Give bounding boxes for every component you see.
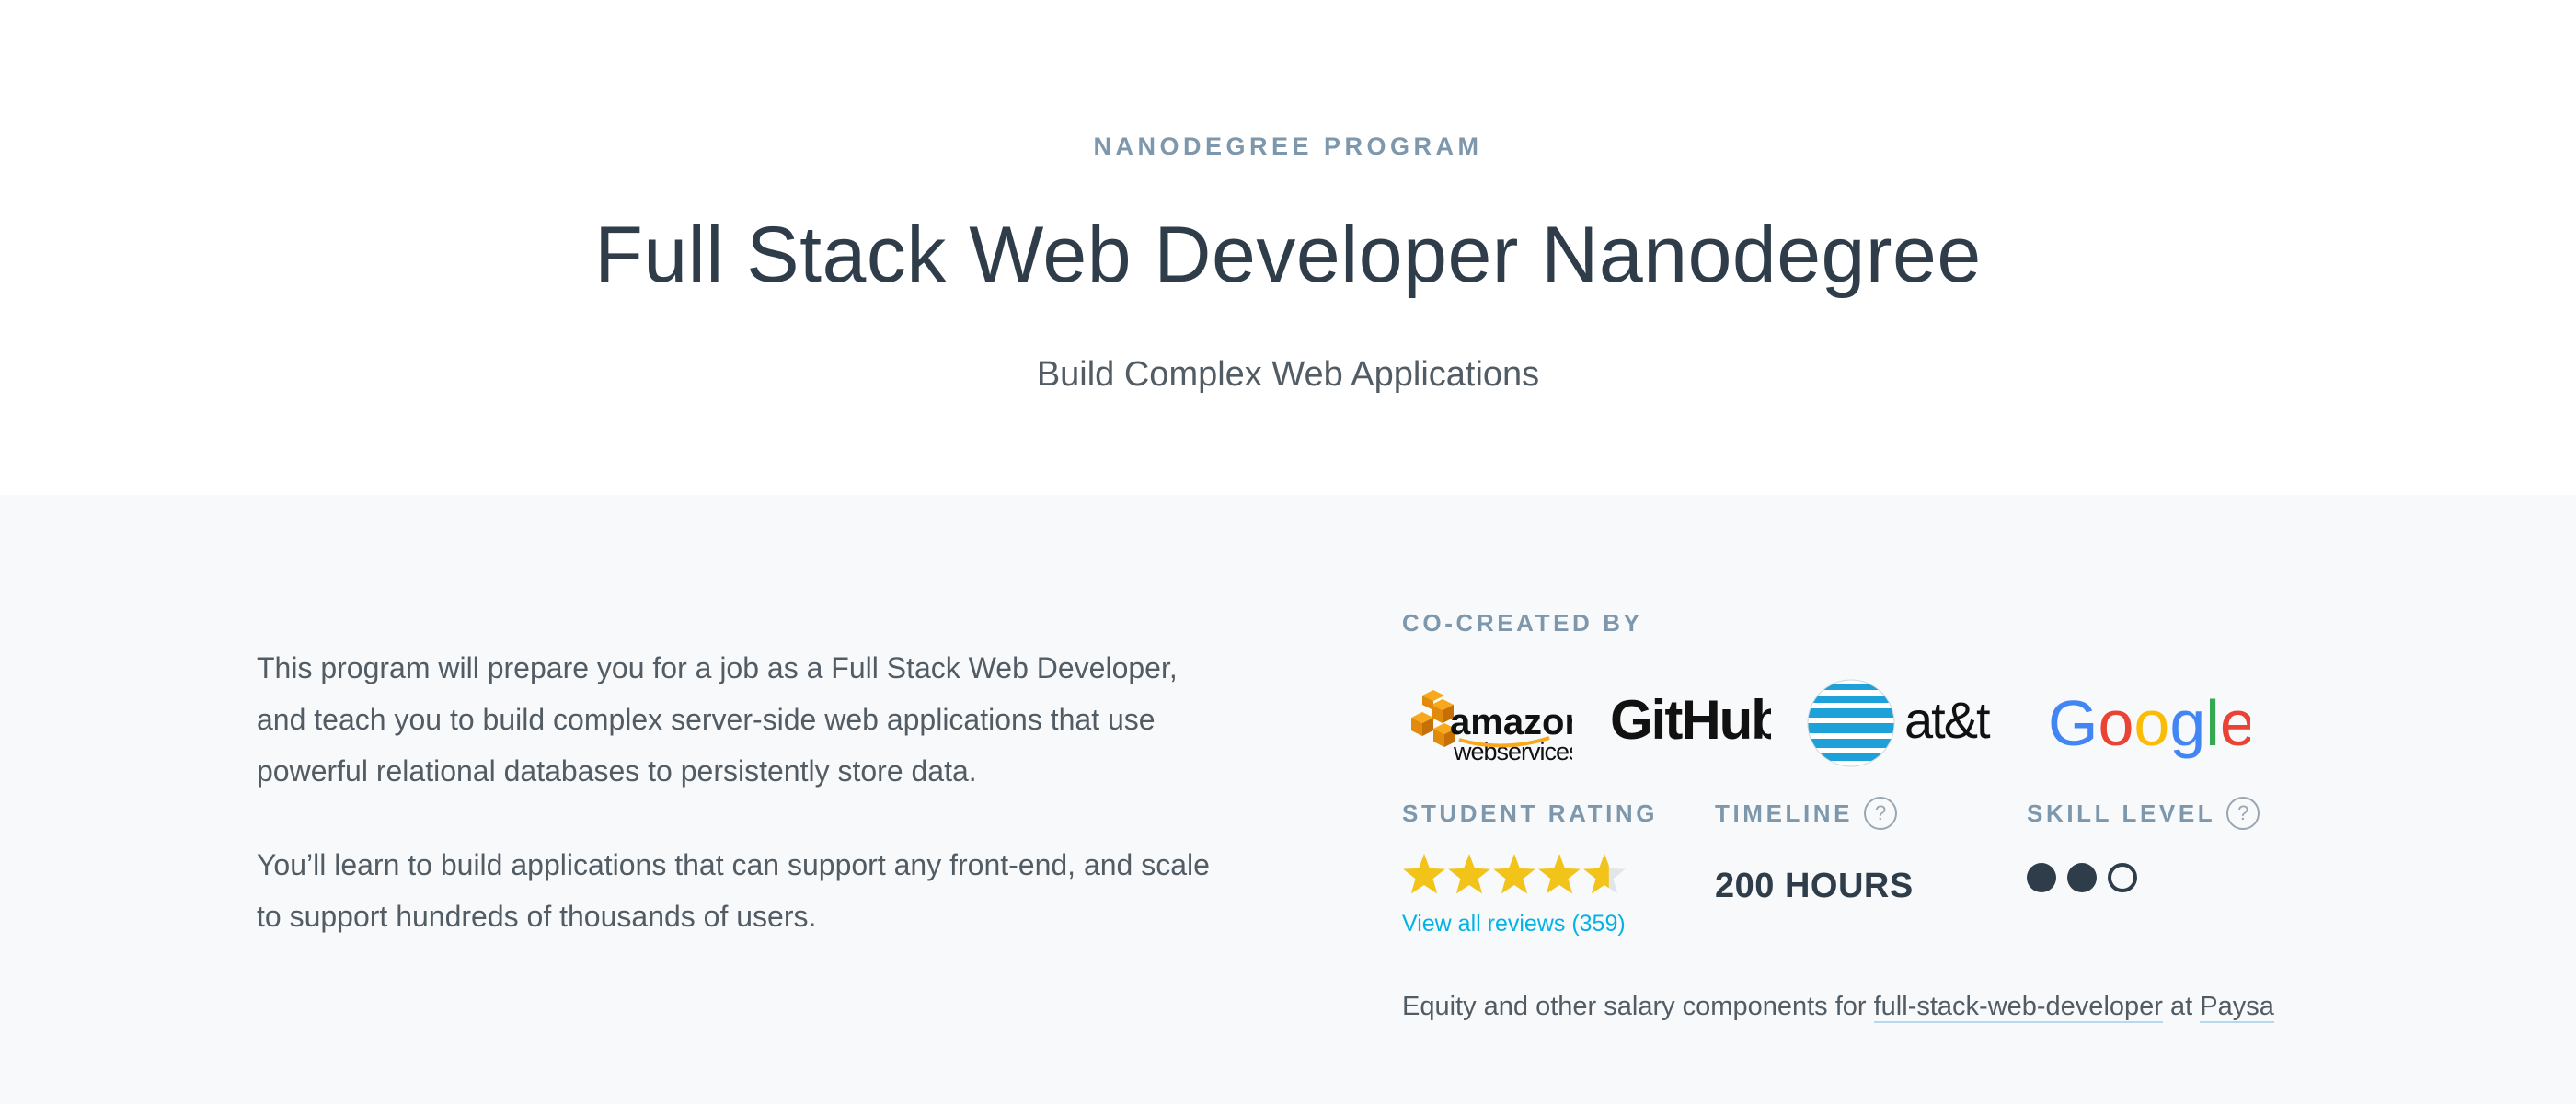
description-paragraph: This program will prepare you for a job … — [257, 651, 1178, 788]
aws-logo-graphic: amazon webservices — [1411, 690, 1587, 765]
skill-level-indicator — [2027, 863, 2260, 892]
page-title: Full Stack Web Developer Nanodegree — [594, 211, 1982, 299]
google-logo: Google — [2048, 683, 2256, 770]
paysa-link[interactable]: Paysa — [2200, 992, 2274, 1023]
star-filled-icon — [1538, 854, 1581, 894]
google-wordmark: Google — [2048, 687, 2250, 759]
github-wordmark: GitHub — [1610, 689, 1771, 751]
student-rating: STUDENT RATING View all reviews (359) — [1402, 795, 1658, 937]
timeline-label: TIMELINE — [1715, 799, 1854, 827]
skill-dot-filled-icon — [2027, 863, 2056, 892]
partner-logos: amazon webservices GitHub — [1402, 670, 2322, 771]
skill-dot-empty-icon — [2108, 863, 2137, 892]
role-link[interactable]: full-stack-web-developer — [1873, 992, 2163, 1023]
skill-dot-filled-icon — [2067, 863, 2097, 892]
skill-level-label: SKILL LEVEL — [2027, 799, 2216, 827]
star-filled-icon — [1448, 854, 1490, 894]
salary-info: Equity and other salary components for f… — [1402, 992, 2274, 1023]
github-logo: GitHub — [1610, 688, 1785, 757]
timeline-help-icon[interactable]: ? — [1864, 797, 1898, 830]
github-logo-graphic: GitHub — [1610, 689, 1785, 751]
rating-stars-graphic — [1403, 854, 1626, 894]
aws-cubes-icon — [1411, 690, 1455, 747]
view-all-reviews-link[interactable]: View all reviews (359) — [1402, 911, 1658, 937]
att-logo: at&t — [1807, 677, 2014, 774]
salary-prefix: Equity and other salary components for — [1402, 992, 1867, 1021]
timeline: TIMELINE ? 200 HOURS — [1715, 795, 1914, 906]
timeline-value: 200 HOURS — [1715, 867, 1914, 905]
star-filled-icon — [1493, 854, 1535, 894]
rating-stars — [1402, 850, 1658, 902]
skill-level: SKILL LEVEL ? — [2027, 795, 2260, 892]
program-description: This program will prepare you for a job … — [257, 642, 1213, 984]
program-header: NANODEGREE PROGRAM Full Stack Web Develo… — [0, 0, 2576, 495]
program-details: This program will prepare you for a job … — [0, 495, 2576, 1104]
salary-middle: at — [2170, 992, 2193, 1021]
program-type-label: NANODEGREE PROGRAM — [1093, 132, 1483, 160]
google-logo-graphic: Google — [2048, 687, 2256, 759]
cocreated-label: CO-CREATED BY — [1402, 609, 1643, 637]
star-filled-icon — [1403, 854, 1445, 894]
att-wordmark: at&t — [1904, 691, 1991, 749]
skill-level-help-icon[interactable]: ? — [2226, 797, 2260, 830]
description-paragraph: You’ll learn to build applications that … — [257, 848, 1210, 933]
att-logo-graphic: at&t — [1807, 679, 1993, 767]
page-subtitle: Build Complex Web Applications — [1036, 355, 1540, 394]
aws-wordmark: amazon — [1450, 702, 1572, 742]
aws-logo: amazon webservices — [1402, 670, 1587, 771]
student-rating-label: STUDENT RATING — [1402, 799, 1659, 827]
